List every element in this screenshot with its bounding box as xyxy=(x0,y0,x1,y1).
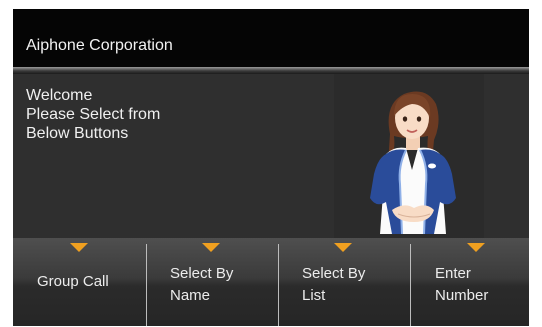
select-by-name-label-line-1: Select By xyxy=(170,265,234,282)
softkey-bar: Group Call Select By Name Select By List… xyxy=(13,238,529,326)
welcome-panel: Welcome Please Select from Below Buttons xyxy=(13,74,529,238)
enter-number-label-line-1: Enter xyxy=(435,265,471,282)
down-arrow-icon xyxy=(467,243,485,252)
group-call-button[interactable]: Group Call xyxy=(13,238,145,326)
select-by-name-button[interactable]: Select By Name xyxy=(147,238,279,326)
welcome-line-1: Welcome xyxy=(26,87,93,104)
down-arrow-icon xyxy=(202,243,220,252)
receptionist-illustration xyxy=(334,74,484,238)
select-by-list-button[interactable]: Select By List xyxy=(279,238,411,326)
down-arrow-icon xyxy=(70,243,88,252)
select-by-name-label-line-2: Name xyxy=(170,287,211,304)
title-bar: Aiphone Corporation xyxy=(13,9,529,67)
down-arrow-icon xyxy=(334,243,352,252)
welcome-line-2: Please Select from xyxy=(26,106,161,123)
welcome-line-3: Below Buttons xyxy=(26,125,129,142)
intercom-screen: Aiphone Corporation Welcome Please Selec… xyxy=(13,9,529,326)
title-divider xyxy=(13,67,529,74)
select-by-list-label-line-1: Select By xyxy=(302,265,366,282)
enter-number-label-line-2: Number xyxy=(435,287,489,304)
welcome-message: Welcome Please Select from Below Buttons xyxy=(26,86,160,143)
select-by-list-label-line-2: List xyxy=(302,287,326,304)
company-title: Aiphone Corporation xyxy=(26,37,173,54)
group-call-label: Group Call xyxy=(37,273,109,290)
enter-number-button[interactable]: Enter Number xyxy=(411,238,529,326)
